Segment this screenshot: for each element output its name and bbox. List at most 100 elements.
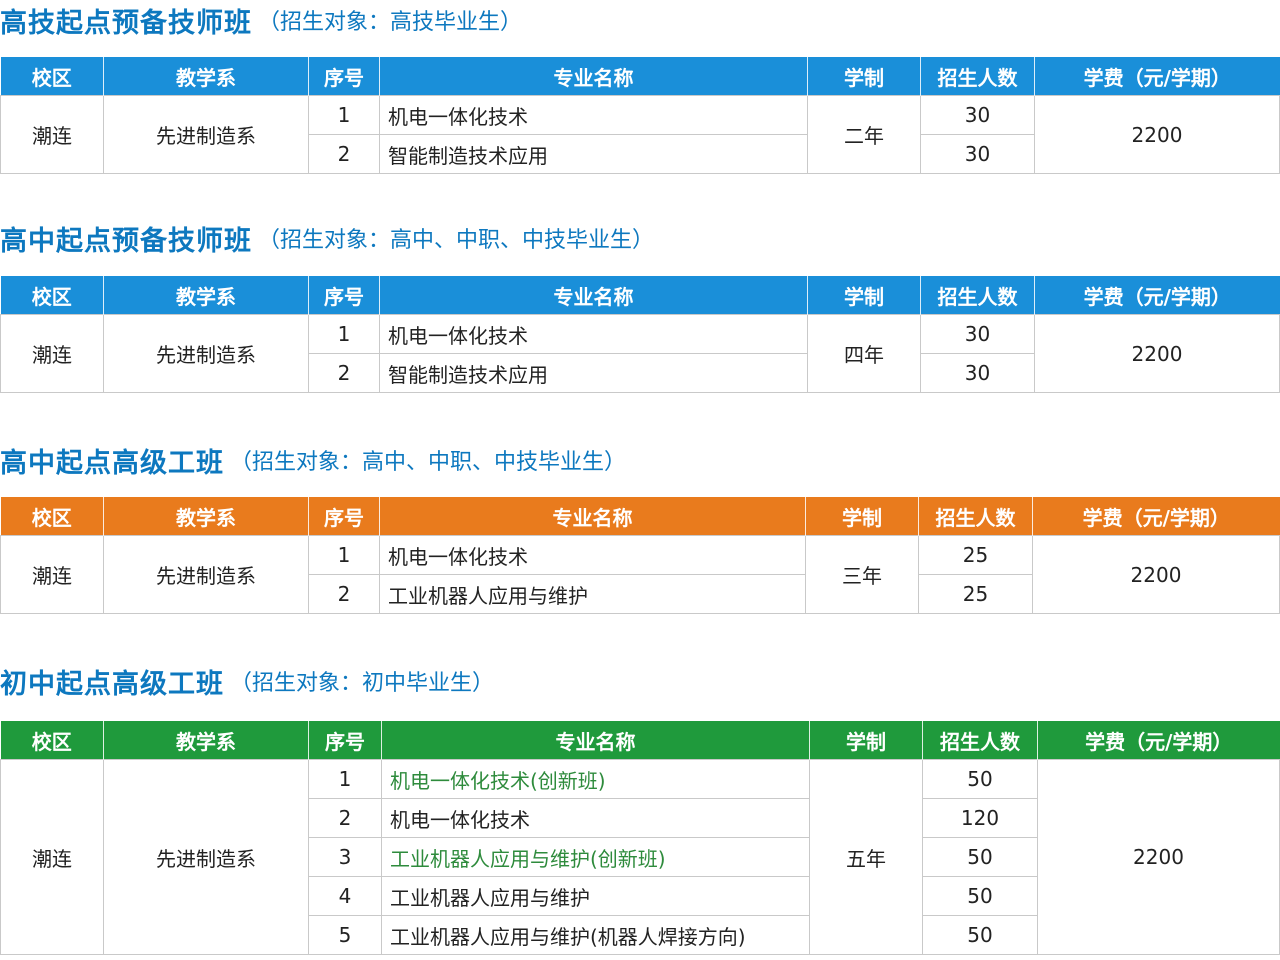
enrollment-table: 校区 教学系 序号 专业名称 学制 招生人数 学费（元/学期） 潮连 先进制造系… <box>0 57 1280 174</box>
enrollment-cell: 30 <box>920 95 1035 135</box>
header-campus: 校区 <box>0 276 104 315</box>
enrollment-cell: 30 <box>920 314 1035 354</box>
section-heading: 高中起点预备技师班 （招生对象：高中、中职、中技毕业生） <box>0 218 1280 258</box>
major-cell: 机电一体化技术 <box>379 314 808 354</box>
section-1: 高技起点预备技师班 （招生对象：高技毕业生） 校区 教学系 序号 专业名称 学制… <box>0 0 1280 174</box>
enrollment-cell: 120 <box>922 798 1038 838</box>
enrollment-table: 校区 教学系 序号 专业名称 学制 招生人数 学费（元/学期） 潮连 先进制造系… <box>0 497 1280 614</box>
enrollment-cell: 50 <box>922 759 1038 799</box>
header-number: 序号 <box>308 497 380 536</box>
table-header-row: 校区 教学系 序号 专业名称 学制 招生人数 学费（元/学期） <box>0 57 1280 96</box>
section-2: 高中起点预备技师班 （招生对象：高中、中职、中技毕业生） 校区 教学系 序号 专… <box>0 218 1280 393</box>
header-enrollment: 招生人数 <box>920 276 1035 315</box>
header-department: 教学系 <box>103 276 309 315</box>
major-cell: 机电一体化技术 <box>381 798 810 838</box>
header-major: 专业名称 <box>379 497 806 536</box>
number-cell: 3 <box>308 837 382 877</box>
number-cell: 1 <box>308 759 382 799</box>
section-subtitle: （招生对象：高技毕业生） <box>258 10 523 35</box>
department-cell: 先进制造系 <box>103 95 309 174</box>
major-cell: 智能制造技术应用 <box>379 134 808 174</box>
header-campus: 校区 <box>0 57 104 96</box>
header-major: 专业名称 <box>379 57 808 96</box>
section-title: 高中起点高级工班 <box>0 447 224 479</box>
major-cell: 工业机器人应用与维护 <box>381 876 810 916</box>
header-major: 专业名称 <box>379 276 808 315</box>
major-cell: 机电一体化技术(创新班) <box>381 759 810 799</box>
enrollment-cell: 30 <box>920 134 1035 174</box>
tuition-cell: 2200 <box>1032 535 1280 614</box>
department-cell: 先进制造系 <box>103 314 309 393</box>
section-subtitle: （招生对象：高中、中职、中技毕业生） <box>230 450 627 475</box>
table-row: 潮连 先进制造系 1 机电一体化技术 四年 30 2200 <box>0 314 1280 393</box>
tuition-cell: 2200 <box>1037 759 1280 955</box>
department-cell: 先进制造系 <box>103 535 309 614</box>
number-cell: 1 <box>308 535 380 575</box>
major-cell: 智能制造技术应用 <box>379 353 808 393</box>
section-subtitle: （招生对象：初中毕业生） <box>230 671 495 696</box>
section-title: 高技起点预备技师班 <box>0 7 252 39</box>
table-row: 潮连 先进制造系 1 机电一体化技术(创新班) 五年 50 2200 <box>0 759 1280 955</box>
major-cell: 机电一体化技术 <box>379 535 806 575</box>
duration-cell: 四年 <box>807 314 921 393</box>
header-duration: 学制 <box>807 57 921 96</box>
number-cell: 2 <box>308 798 382 838</box>
header-number: 序号 <box>308 721 382 760</box>
number-cell: 2 <box>308 574 380 614</box>
section-4: 初中起点高级工班 （招生对象：初中毕业生） 校区 教学系 序号 专业名称 学制 … <box>0 661 1280 955</box>
enrollment-cell: 25 <box>918 574 1033 614</box>
table-header-row: 校区 教学系 序号 专业名称 学制 招生人数 学费（元/学期） <box>0 497 1280 536</box>
duration-cell: 二年 <box>807 95 921 174</box>
campus-cell: 潮连 <box>0 314 104 393</box>
department-cell: 先进制造系 <box>103 759 309 955</box>
enrollment-cell: 30 <box>920 353 1035 393</box>
section-3: 高中起点高级工班 （招生对象：高中、中职、中技毕业生） 校区 教学系 序号 专业… <box>0 440 1280 614</box>
header-tuition: 学费（元/学期） <box>1037 721 1280 760</box>
header-number: 序号 <box>308 276 380 315</box>
header-number: 序号 <box>308 57 380 96</box>
major-cell: 机电一体化技术 <box>379 95 808 135</box>
campus-cell: 潮连 <box>0 95 104 174</box>
enrollment-table: 校区 教学系 序号 专业名称 学制 招生人数 学费（元/学期） 潮连 先进制造系… <box>0 721 1280 955</box>
table-row: 潮连 先进制造系 1 机电一体化技术 二年 30 2200 <box>0 95 1280 174</box>
header-duration: 学制 <box>807 276 921 315</box>
duration-cell: 五年 <box>809 759 923 955</box>
number-cell: 1 <box>308 314 380 354</box>
major-cell: 工业机器人应用与维护(机器人焊接方向) <box>381 915 810 955</box>
header-tuition: 学费（元/学期） <box>1032 497 1280 536</box>
header-department: 教学系 <box>103 57 309 96</box>
duration-cell: 三年 <box>805 535 919 614</box>
enrollment-cell: 50 <box>922 837 1038 877</box>
header-major: 专业名称 <box>381 721 810 760</box>
enrollment-table: 校区 教学系 序号 专业名称 学制 招生人数 学费（元/学期） 潮连 先进制造系… <box>0 276 1280 393</box>
number-cell: 1 <box>308 95 380 135</box>
header-tuition: 学费（元/学期） <box>1034 57 1280 96</box>
campus-cell: 潮连 <box>0 535 104 614</box>
enrollment-cell: 25 <box>918 535 1033 575</box>
header-department: 教学系 <box>103 721 309 760</box>
header-campus: 校区 <box>0 497 104 536</box>
table-header-row: 校区 教学系 序号 专业名称 学制 招生人数 学费（元/学期） <box>0 721 1280 760</box>
table-header-row: 校区 教学系 序号 专业名称 学制 招生人数 学费（元/学期） <box>0 276 1280 315</box>
campus-cell: 潮连 <box>0 759 104 955</box>
number-cell: 5 <box>308 915 382 955</box>
section-heading: 初中起点高级工班 （招生对象：初中毕业生） <box>0 661 1280 701</box>
enrollment-cell: 50 <box>922 876 1038 916</box>
major-cell: 工业机器人应用与维护 <box>379 574 806 614</box>
header-department: 教学系 <box>103 497 309 536</box>
tuition-cell: 2200 <box>1034 314 1280 393</box>
header-tuition: 学费（元/学期） <box>1034 276 1280 315</box>
header-campus: 校区 <box>0 721 104 760</box>
number-cell: 2 <box>308 134 380 174</box>
section-title: 高中起点预备技师班 <box>0 225 252 257</box>
number-cell: 2 <box>308 353 380 393</box>
table-row: 潮连 先进制造系 1 机电一体化技术 三年 25 2200 <box>0 535 1280 614</box>
header-duration: 学制 <box>805 497 919 536</box>
section-title: 初中起点高级工班 <box>0 668 224 700</box>
header-enrollment: 招生人数 <box>922 721 1038 760</box>
enrollment-cell: 50 <box>922 915 1038 955</box>
header-duration: 学制 <box>809 721 923 760</box>
number-cell: 4 <box>308 876 382 916</box>
header-enrollment: 招生人数 <box>918 497 1033 536</box>
section-heading: 高中起点高级工班 （招生对象：高中、中职、中技毕业生） <box>0 440 1280 480</box>
